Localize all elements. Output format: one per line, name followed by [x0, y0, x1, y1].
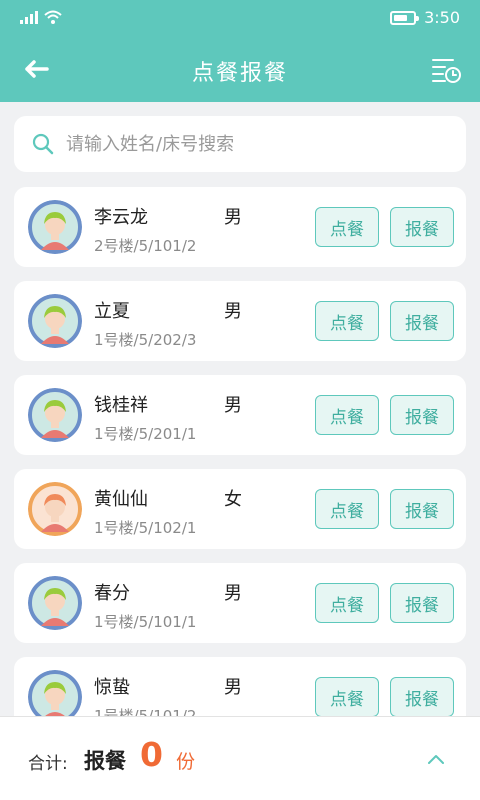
resident-address: 1号楼/5/101/1 [94, 613, 197, 631]
page-title: 点餐报餐 [191, 61, 288, 86]
resident-name: 立夏 [94, 301, 130, 322]
male-avatar-icon [28, 576, 82, 630]
battery-level [394, 14, 408, 21]
report-meal-button[interactable]: 报餐 [390, 395, 454, 435]
resident-card[interactable]: 李云龙 男 2号楼/5/101/2 点餐 报餐 [14, 187, 466, 267]
resident-gender: 男 [224, 395, 242, 416]
order-meal-button[interactable]: 点餐 [315, 677, 379, 717]
meal-history-button[interactable] [426, 52, 466, 88]
summary-footer: 合计: 报餐 0 份 [0, 716, 480, 800]
resident-card[interactable]: 春分 男 1号楼/5/101/1 点餐 报餐 [14, 563, 466, 643]
resident-gender: 男 [224, 677, 242, 698]
resident-address: 1号楼/5/202/3 [94, 331, 197, 349]
total-label: 合计: [28, 754, 68, 774]
order-meal-button[interactable]: 点餐 [315, 301, 379, 341]
female-avatar-icon [28, 482, 82, 536]
resident-gender: 男 [224, 583, 242, 604]
resident-gender: 男 [224, 301, 242, 322]
search-bar[interactable] [14, 116, 466, 172]
resident-name: 惊蛰 [94, 677, 130, 698]
battery-icon [390, 10, 420, 25]
order-meal-button[interactable]: 点餐 [315, 583, 379, 623]
meal-history-icon [432, 59, 461, 83]
expand-summary-button[interactable] [424, 747, 448, 771]
resident-card[interactable]: 黄仙仙 女 1号楼/5/102/1 点餐 报餐 [14, 469, 466, 549]
male-avatar-icon [28, 670, 82, 717]
resident-name: 李云龙 [94, 207, 148, 228]
chevron-up-icon [428, 755, 444, 764]
report-meal-button[interactable]: 报餐 [390, 583, 454, 623]
status-time: 3:50 [424, 8, 460, 27]
total-unit: 份 [176, 751, 196, 773]
report-meal-button[interactable]: 报餐 [390, 301, 454, 341]
resident-card[interactable]: 立夏 男 1号楼/5/202/3 点餐 报餐 [14, 281, 466, 361]
resident-card[interactable]: 惊蛰男 1号楼/5/101/2 点餐 报餐 [14, 657, 466, 717]
total-type-label: 报餐 [84, 749, 126, 773]
report-meal-button[interactable]: 报餐 [390, 489, 454, 529]
status-bar: 3:50 [0, 0, 480, 36]
total-count: 0 [140, 735, 163, 774]
resident-address: 1号楼/5/201/1 [94, 425, 197, 443]
order-meal-button[interactable]: 点餐 [315, 395, 379, 435]
resident-address: 1号楼/5/102/1 [94, 519, 197, 537]
wifi-icon [44, 10, 62, 24]
order-meal-button[interactable]: 点餐 [315, 489, 379, 529]
resident-gender: 女 [224, 489, 242, 510]
resident-name: 黄仙仙 [94, 489, 148, 510]
report-meal-button[interactable]: 报餐 [390, 207, 454, 247]
resident-name: 钱桂祥 [94, 395, 148, 416]
report-meal-button[interactable]: 报餐 [390, 677, 454, 717]
resident-card[interactable]: 钱桂祥 男 1号楼/5/201/1 点餐 报餐 [14, 375, 466, 455]
header-bar: 点餐报餐 [0, 36, 480, 102]
resident-name: 春分 [94, 583, 130, 604]
male-avatar-icon [28, 388, 82, 442]
search-icon [32, 133, 54, 155]
search-input[interactable] [66, 133, 446, 155]
resident-list[interactable]: 李云龙男 2号楼/5/101/2 点餐 报餐 立夏男 1号楼/5/202/3 点餐 报餐 钱桂祥… [14, 187, 466, 717]
resident-gender: 男 [224, 207, 242, 228]
signal-icon [20, 10, 38, 24]
male-avatar-icon [28, 200, 82, 254]
resident-address: 2号楼/5/101/2 [94, 237, 197, 255]
male-avatar-icon [28, 294, 82, 348]
network-indicators [20, 10, 62, 24]
order-meal-button[interactable]: 点餐 [315, 207, 379, 247]
